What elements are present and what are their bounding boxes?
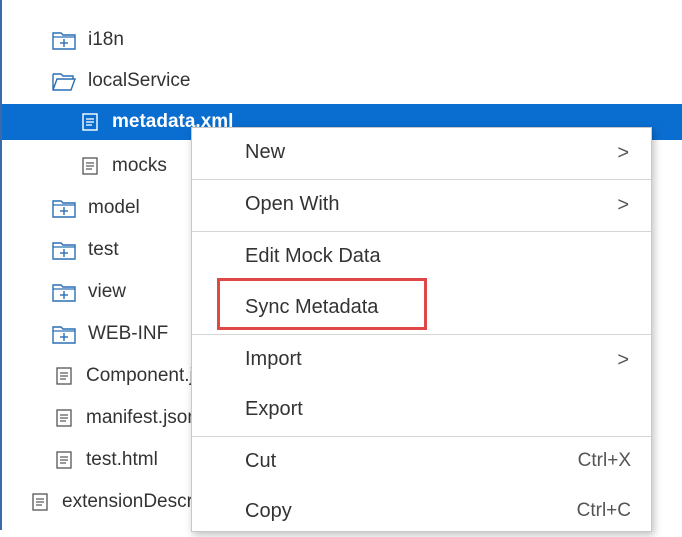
- menu-item-import[interactable]: Import >: [192, 335, 651, 385]
- shortcut-label: Ctrl+C: [576, 500, 631, 521]
- document-icon: [80, 156, 100, 176]
- submenu-arrow-icon: >: [617, 349, 629, 371]
- document-icon: [54, 408, 74, 428]
- menu-item-open-with[interactable]: Open With >: [192, 180, 651, 230]
- submenu-arrow-icon: >: [617, 194, 629, 216]
- tree-item-label: view: [88, 281, 127, 302]
- folder-plus-icon[interactable]: [52, 198, 76, 218]
- folder-plus-icon[interactable]: [52, 30, 76, 50]
- tree-item-label: model: [88, 197, 140, 218]
- tree-item-label: manifest.json: [86, 407, 198, 428]
- menu-item-label: Edit Mock Data: [245, 245, 381, 267]
- tree-item-label: mocks: [112, 155, 167, 176]
- folder-plus-icon[interactable]: [52, 324, 76, 344]
- menu-item-label: Import: [245, 348, 302, 370]
- shortcut-label: Ctrl+X: [577, 450, 631, 471]
- folder-plus-icon[interactable]: [52, 282, 76, 302]
- menu-item-export[interactable]: Export: [192, 385, 651, 435]
- document-icon: [54, 366, 74, 386]
- menu-item-new[interactable]: New >: [192, 128, 651, 178]
- tree-item-localservice[interactable]: localService: [2, 63, 682, 99]
- folder-open-icon[interactable]: [52, 71, 76, 91]
- tree-item-label: test.html: [86, 449, 158, 470]
- document-icon: [80, 112, 100, 132]
- folder-plus-icon[interactable]: [52, 240, 76, 260]
- tree-item-label: localService: [88, 70, 191, 91]
- highlight-annotation-box: [217, 278, 427, 330]
- tree-item-label: WEB-INF: [88, 323, 169, 344]
- menu-item-label: Open With: [245, 193, 340, 215]
- menu-item-edit-mock-data[interactable]: Edit Mock Data: [192, 232, 651, 282]
- document-icon: [54, 450, 74, 470]
- tree-item-label: test: [88, 239, 119, 260]
- submenu-arrow-icon: >: [617, 142, 629, 164]
- document-icon: [30, 492, 50, 512]
- menu-item-label: Copy: [245, 500, 292, 522]
- menu-item-cut[interactable]: Cut Ctrl+X: [192, 437, 651, 487]
- tree-item-label: Component.js: [86, 365, 204, 386]
- tree-item-label: i18n: [88, 29, 124, 50]
- menu-item-label: Export: [245, 398, 303, 420]
- menu-item-label: Cut: [245, 450, 277, 472]
- menu-item-label: New: [245, 141, 286, 163]
- tree-item-i18n[interactable]: i18n: [2, 22, 682, 58]
